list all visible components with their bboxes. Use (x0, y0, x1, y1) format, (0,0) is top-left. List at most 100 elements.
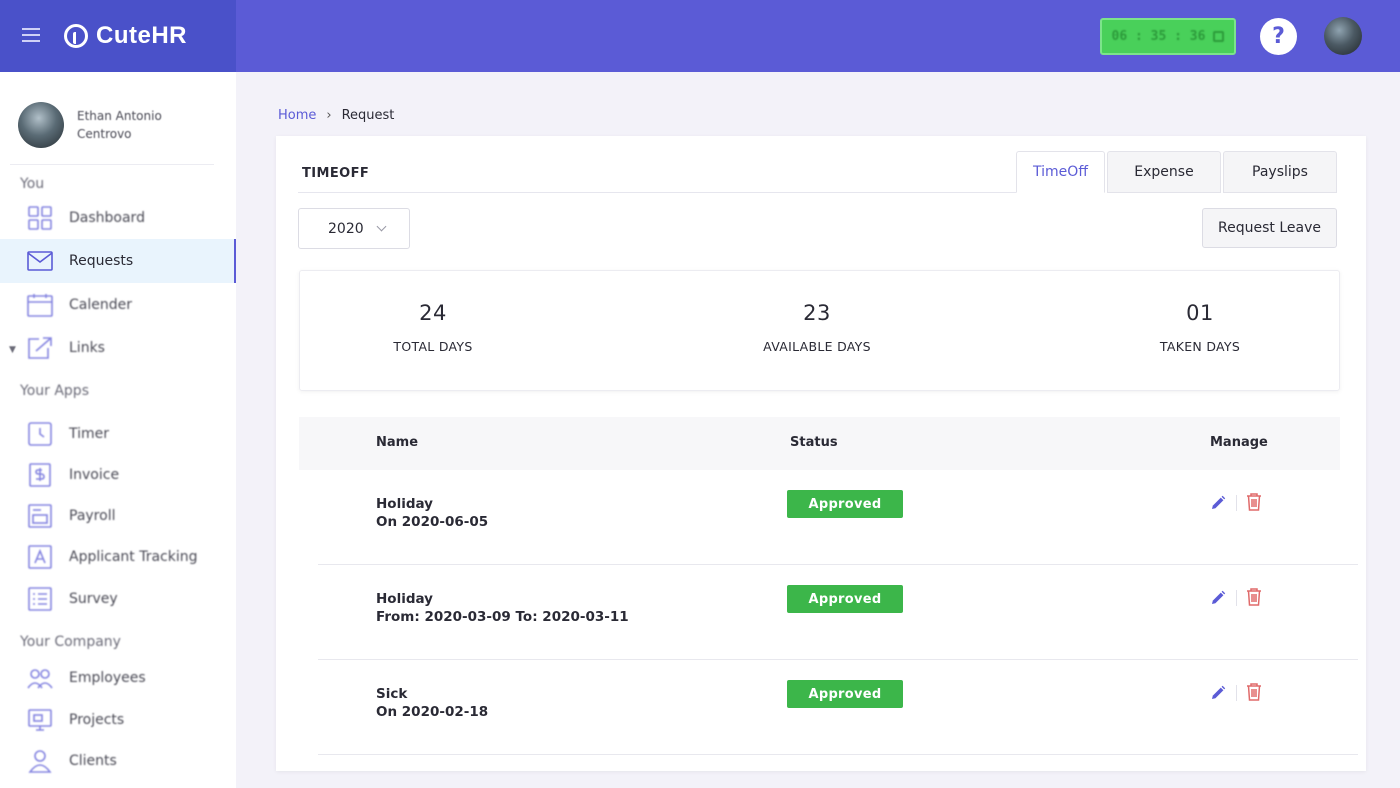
sidebar-item-dashboard[interactable]: Dashboard (0, 196, 236, 240)
breadcrumb: Home › Request (278, 108, 394, 123)
app-logo[interactable]: CuteHR (64, 22, 187, 50)
sidebar-item-timer[interactable]: Timer (0, 412, 236, 456)
edit-icon[interactable] (1209, 684, 1227, 702)
edit-icon[interactable] (1209, 494, 1227, 512)
tab-bar: TimeOff Expense Payslips (1016, 151, 1339, 193)
sidebar-item-requests[interactable]: Requests (0, 239, 236, 283)
request-type: Holiday (376, 591, 433, 607)
table-row: Sick On 2020-02-18 Approved (318, 660, 1358, 755)
sidebar-item-label: Invoice (69, 467, 120, 483)
breadcrumb-home[interactable]: Home (278, 108, 316, 123)
sidebar-item-label: Calender (69, 297, 132, 313)
projects-icon (28, 709, 52, 731)
sidebar: Ethan Antonio Centrovo You Dashboard Req… (0, 72, 236, 788)
help-icon: ? (1272, 24, 1285, 49)
stat-value: 01 (1186, 301, 1214, 325)
logo-icon (64, 24, 88, 48)
stat-label: AVAILABLE DAYS (763, 339, 871, 354)
brand-name: CuteHR (96, 22, 187, 49)
trash-icon[interactable] (1245, 682, 1263, 702)
sidebar-item-invoice[interactable]: Invoice (0, 453, 236, 497)
divider (1236, 495, 1237, 511)
sidebar-item-label: Employees (69, 670, 146, 686)
avatar (18, 102, 64, 148)
dashboard-icon (28, 206, 52, 230)
help-button[interactable]: ? (1260, 18, 1297, 55)
payroll-icon (28, 504, 52, 528)
sidebar-item-links[interactable]: Links (0, 326, 236, 370)
calendar-icon (27, 294, 53, 317)
sidebar-item-calender[interactable]: Calender (0, 283, 236, 327)
section-your-apps: Your Apps (20, 383, 89, 399)
request-leave-button[interactable]: Request Leave (1202, 208, 1337, 248)
column-header-status: Status (790, 435, 838, 450)
clients-icon (28, 750, 52, 773)
status-badge: Approved (787, 680, 903, 708)
user-avatar[interactable] (1324, 17, 1362, 55)
table-row: Holiday On 2020-06-05 Approved (318, 470, 1358, 565)
page-title: TIMEOFF (302, 166, 370, 181)
sidebar-item-label: Applicant Tracking (69, 549, 198, 565)
sidebar-item-label: Projects (69, 712, 125, 728)
chevron-down-icon (376, 221, 387, 232)
sidebar-item-label: Timer (69, 426, 110, 442)
sidebar-item-employees[interactable]: Employees (0, 656, 236, 700)
breadcrumb-current: Request (341, 108, 395, 123)
column-header-manage: Manage (1210, 435, 1268, 450)
survey-icon (28, 587, 52, 611)
profile-card[interactable]: Ethan Antonio Centrovo (18, 102, 197, 148)
profile-name: Ethan Antonio Centrovo (77, 107, 197, 143)
request-type: Sick (376, 686, 408, 702)
chevron-right-icon: › (326, 108, 332, 123)
request-type: Holiday (376, 496, 433, 512)
stat-label: TOTAL DAYS (393, 339, 473, 354)
employees-icon (27, 669, 53, 689)
divider (10, 164, 214, 165)
tab-payslips[interactable]: Payslips (1223, 151, 1337, 193)
table-header: Name Status Manage (299, 417, 1340, 470)
sidebar-item-survey[interactable]: Survey (0, 577, 236, 621)
menu-icon[interactable] (22, 28, 40, 44)
sidebar-item-projects[interactable]: Projects (0, 698, 236, 742)
sidebar-item-applicant-tracking[interactable]: Applicant Tracking (0, 535, 236, 579)
section-your-company: Your Company (20, 634, 121, 650)
sidebar-item-clients[interactable]: Clients (0, 739, 236, 783)
edit-icon[interactable] (1209, 589, 1227, 607)
tab-expense[interactable]: Expense (1107, 151, 1221, 193)
timeoff-panel: TIMEOFF TimeOff Expense Payslips 2020 Re… (276, 136, 1366, 771)
divider (1236, 685, 1237, 701)
tab-timeoff[interactable]: TimeOff (1016, 151, 1105, 193)
trash-icon[interactable] (1245, 587, 1263, 607)
link-icon (28, 337, 52, 359)
mail-icon (27, 251, 53, 271)
timer-value: 06 : 35 : 36 (1111, 29, 1206, 44)
applicant-icon (28, 545, 52, 569)
timer-icon (28, 422, 52, 446)
profile-last-name: Centrovo (77, 127, 132, 141)
request-dates: On 2020-06-05 (376, 514, 489, 530)
sidebar-item-label: Links (69, 340, 105, 356)
sidebar-item-label: Requests (69, 253, 134, 269)
divider (1236, 590, 1237, 606)
status-badge: Approved (787, 585, 903, 613)
brand-area: CuteHR (0, 0, 236, 72)
table-row: Holiday From: 2020-03-09 To: 2020-03-11 … (318, 565, 1358, 660)
stat-taken-days: 01 TAKEN DAYS (1100, 271, 1300, 354)
stat-value: 24 (419, 301, 447, 325)
sidebar-item-label: Clients (69, 753, 117, 769)
year-value: 2020 (328, 220, 364, 237)
request-dates: On 2020-02-18 (376, 704, 489, 720)
request-dates: From: 2020-03-09 To: 2020-03-11 (376, 609, 629, 625)
timer-button[interactable]: 06 : 35 : 36 (1100, 18, 1236, 55)
year-select[interactable]: 2020 (298, 208, 410, 249)
sidebar-item-label: Payroll (69, 508, 116, 524)
divider (298, 192, 1016, 193)
profile-first-name: Ethan Antonio (77, 109, 162, 123)
stat-total-days: 24 TOTAL DAYS (333, 271, 533, 354)
stat-available-days: 23 AVAILABLE DAYS (717, 271, 917, 354)
sidebar-item-payroll[interactable]: Payroll (0, 494, 236, 538)
stats-card: 24 TOTAL DAYS 23 AVAILABLE DAYS 01 TAKEN… (299, 270, 1340, 391)
section-you: You (20, 176, 45, 192)
stat-value: 23 (803, 301, 831, 325)
trash-icon[interactable] (1245, 492, 1263, 512)
